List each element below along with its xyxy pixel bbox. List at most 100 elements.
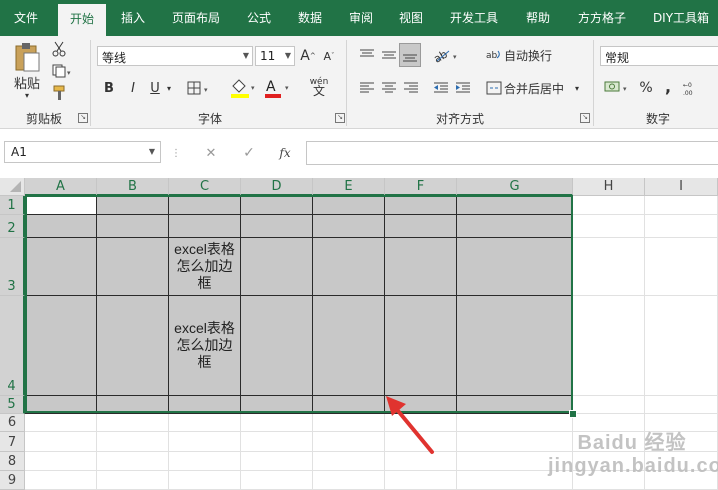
column-header-e[interactable]: E [313, 178, 385, 196]
column-header-i[interactable]: I [645, 178, 718, 196]
tab-home[interactable]: 开始 [58, 4, 106, 36]
merge-dropdown-icon[interactable]: ▾ [572, 78, 582, 98]
borders-icon[interactable]: ▾ [186, 78, 214, 98]
cell-a9[interactable] [25, 471, 97, 490]
cell-g3[interactable] [457, 238, 573, 296]
cell-a6[interactable] [25, 414, 97, 432]
cell-e3[interactable] [313, 238, 385, 296]
row-header-1[interactable]: 1 [0, 196, 25, 215]
fill-handle[interactable] [569, 410, 577, 418]
cell-e1[interactable] [313, 196, 385, 215]
paste-dropdown-icon[interactable]: ▾ [20, 90, 34, 100]
cell-b6[interactable] [97, 414, 169, 432]
paste-button[interactable]: 粘贴 [8, 74, 46, 92]
align-center-icon[interactable] [378, 78, 400, 98]
decrease-indent-icon[interactable] [430, 78, 452, 98]
format-painter-icon[interactable] [50, 84, 68, 102]
cut-icon[interactable] [50, 40, 68, 58]
cell-b4[interactable] [97, 296, 169, 396]
align-left-icon[interactable] [356, 78, 378, 98]
merge-center-icon[interactable] [484, 78, 504, 98]
number-format-combo[interactable]: 常规 [600, 46, 718, 66]
accounting-format-icon[interactable]: ▾ [602, 76, 632, 100]
cell-c8[interactable] [169, 452, 241, 471]
cell-e8[interactable] [313, 452, 385, 471]
cell-c5[interactable] [169, 396, 241, 414]
cell-i1[interactable] [645, 196, 718, 215]
row-header-8[interactable]: 8 [0, 452, 25, 471]
select-all-button[interactable] [0, 178, 25, 196]
font-size-combo[interactable]: 11 ▼ [255, 46, 295, 66]
cell-a8[interactable] [25, 452, 97, 471]
tab-view[interactable]: 视图 [390, 0, 432, 36]
underline-dropdown-icon[interactable]: ▾ [164, 78, 174, 98]
tab-page-layout[interactable]: 页面布局 [162, 0, 230, 36]
cell-h2[interactable] [573, 215, 645, 238]
cell-i2[interactable] [645, 215, 718, 238]
cell-b9[interactable] [97, 471, 169, 490]
cell-d7[interactable] [241, 432, 313, 452]
cell-b5[interactable] [97, 396, 169, 414]
cell-h3[interactable] [573, 238, 645, 296]
cell-c9[interactable] [169, 471, 241, 490]
cell-g4[interactable] [457, 296, 573, 396]
tab-help[interactable]: 帮助 [516, 0, 560, 36]
increase-indent-icon[interactable] [452, 78, 474, 98]
name-box[interactable]: A1 ▼ [4, 141, 161, 163]
cell-d3[interactable] [241, 238, 313, 296]
cell-a1[interactable] [25, 196, 97, 215]
column-header-b[interactable]: B [97, 178, 169, 196]
cell-g1[interactable] [457, 196, 573, 215]
row-header-5[interactable]: 5 [0, 396, 25, 414]
cell-b1[interactable] [97, 196, 169, 215]
tab-insert[interactable]: 插入 [112, 0, 154, 36]
align-right-icon[interactable] [400, 78, 422, 98]
cell-e2[interactable] [313, 215, 385, 238]
cell-c4[interactable]: excel表格 怎么加边 框 [169, 296, 241, 396]
italic-button[interactable]: I [124, 78, 142, 98]
tab-data[interactable]: 数据 [288, 0, 332, 36]
cell-b3[interactable] [97, 238, 169, 296]
cell-g2[interactable] [457, 215, 573, 238]
row-header-4[interactable]: 4 [0, 296, 25, 396]
column-header-h[interactable]: H [573, 178, 645, 196]
cell-i3[interactable] [645, 238, 718, 296]
enter-icon[interactable]: ✓ [238, 143, 260, 163]
tab-diy-toolbox[interactable]: DIY工具箱 [644, 0, 718, 36]
cell-d1[interactable] [241, 196, 313, 215]
cell-a7[interactable] [25, 432, 97, 452]
percent-style-button[interactable]: % [636, 76, 656, 100]
cell-e6[interactable] [313, 414, 385, 432]
align-middle-icon[interactable] [378, 44, 400, 66]
phonetic-guide-icon[interactable]: wén 文 [304, 74, 334, 100]
cell-a3[interactable] [25, 238, 97, 296]
column-header-d[interactable]: D [241, 178, 313, 196]
cell-a4[interactable] [25, 296, 97, 396]
tab-review[interactable]: 审阅 [340, 0, 382, 36]
row-header-3[interactable]: 3 [0, 238, 25, 296]
cell-d6[interactable] [241, 414, 313, 432]
align-top-icon[interactable] [356, 44, 378, 66]
font-launcher-icon[interactable]: ↘ [335, 113, 345, 123]
decrease-font-size-button[interactable]: Aˇ [320, 46, 338, 66]
wrap-text-button[interactable]: 自动换行 [504, 44, 556, 66]
cell-b2[interactable] [97, 215, 169, 238]
cancel-icon[interactable]: ✕ [200, 143, 222, 163]
paste-icon[interactable] [10, 40, 44, 74]
comma-style-button[interactable]: , [660, 74, 676, 98]
increase-font-size-button[interactable]: A ^ [299, 46, 317, 66]
cell-h1[interactable] [573, 196, 645, 215]
cell-d5[interactable] [241, 396, 313, 414]
font-name-combo[interactable]: 等线 ▼ [97, 46, 253, 66]
tab-developer[interactable]: 开发工具 [442, 0, 506, 36]
column-header-f[interactable]: F [385, 178, 457, 196]
cell-e4[interactable] [313, 296, 385, 396]
column-header-a[interactable]: A [25, 178, 97, 196]
cell-d9[interactable] [241, 471, 313, 490]
cell-f1[interactable] [385, 196, 457, 215]
cell-h4[interactable] [573, 296, 645, 396]
cell-b8[interactable] [97, 452, 169, 471]
wrap-text-icon[interactable]: ab [484, 44, 504, 66]
column-header-g[interactable]: G [457, 178, 573, 196]
cell-e5[interactable] [313, 396, 385, 414]
